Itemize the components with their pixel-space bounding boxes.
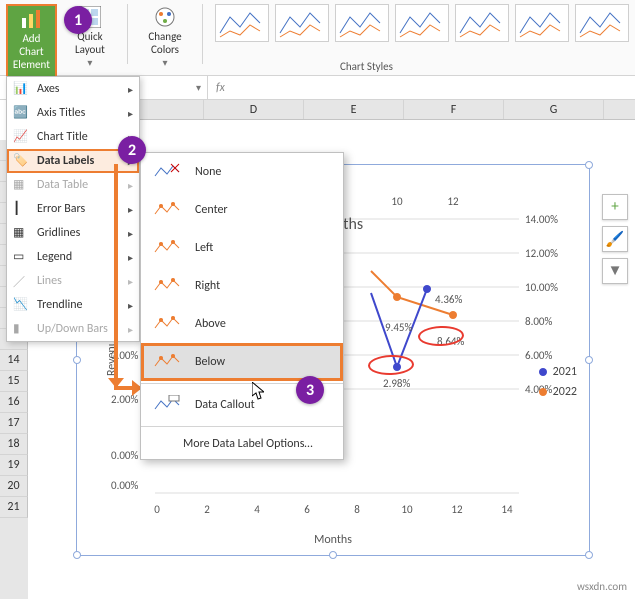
sub-item-label: Data Callout bbox=[195, 398, 255, 412]
menu-item-trendline[interactable]: 📉Trendline▸ bbox=[7, 293, 139, 317]
name-box[interactable]: ▾ bbox=[128, 76, 208, 99]
cursor-icon bbox=[252, 382, 264, 400]
x-axis-label: Months bbox=[314, 533, 352, 547]
sub-item-center[interactable]: Center bbox=[141, 191, 343, 229]
style-thumb[interactable] bbox=[575, 4, 629, 42]
ribbon: Add Chart Element ▾ Quick Layout ▾ Chang… bbox=[0, 0, 635, 76]
legend-item-label: 2022 bbox=[553, 385, 577, 399]
menu-item-error-bars[interactable]: ┃Error Bars▸ bbox=[7, 197, 139, 221]
fx-icon[interactable]: fx bbox=[216, 81, 225, 95]
svg-text:12: 12 bbox=[451, 503, 463, 516]
svg-text:10: 10 bbox=[391, 195, 403, 208]
change-colors-button[interactable]: Change Colors ▾ bbox=[140, 4, 190, 71]
svg-text:14: 14 bbox=[501, 503, 513, 516]
row-head[interactable]: 17 bbox=[0, 413, 28, 434]
sub-item-label: Below bbox=[195, 355, 225, 369]
svg-text:9.45%: 9.45% bbox=[385, 321, 413, 334]
chart-legend[interactable]: 2021 2022 bbox=[539, 365, 577, 405]
chart-brush-button[interactable]: 🖌️ bbox=[602, 226, 628, 252]
svg-text:4.36%: 4.36% bbox=[435, 293, 463, 306]
annotation-arrow bbox=[114, 386, 140, 390]
chart-element-icon bbox=[20, 8, 42, 30]
style-thumb[interactable] bbox=[455, 4, 509, 42]
svg-text:4: 4 bbox=[254, 503, 260, 516]
chart-styles-gallery[interactable] bbox=[215, 4, 629, 42]
svg-text:6.00%: 6.00% bbox=[525, 349, 553, 362]
row-head[interactable]: 19 bbox=[0, 455, 28, 476]
svg-text:8.00%: 8.00% bbox=[525, 315, 553, 328]
row-head[interactable]: 15 bbox=[0, 371, 28, 392]
col-head-g[interactable]: G bbox=[504, 100, 604, 119]
row-head[interactable]: 16 bbox=[0, 392, 28, 413]
style-thumb[interactable] bbox=[275, 4, 329, 42]
svg-text:8: 8 bbox=[354, 503, 360, 516]
col-head-f[interactable]: F bbox=[404, 100, 504, 119]
sub-item-none[interactable]: None bbox=[141, 153, 343, 191]
svg-text:2: 2 bbox=[204, 503, 210, 516]
sub-item-left[interactable]: Left bbox=[141, 229, 343, 267]
menu-item-up-down-bars: ▮Up/Down Bars▸ bbox=[7, 317, 139, 341]
menu-item-gridlines[interactable]: ▦Gridlines▸ bbox=[7, 221, 139, 245]
label-callout-icon bbox=[153, 394, 181, 416]
style-thumb[interactable] bbox=[215, 4, 269, 42]
menu-item-axes[interactable]: 📊Axes▸ bbox=[7, 77, 139, 101]
annotation-badge-1: 1 bbox=[64, 6, 92, 34]
menu-item-axis-titles[interactable]: 🔤Axis Titles▸ bbox=[7, 101, 139, 125]
svg-text:12: 12 bbox=[447, 195, 459, 208]
row-head[interactable]: 18 bbox=[0, 434, 28, 455]
add-chart-element-label: Add Chart Element bbox=[10, 32, 53, 71]
col-head-e[interactable]: E bbox=[304, 100, 404, 119]
style-thumb[interactable] bbox=[335, 4, 389, 42]
legend-item-label: 2021 bbox=[553, 365, 577, 379]
label-left-icon bbox=[153, 237, 181, 259]
sub-item-label: Left bbox=[195, 241, 213, 255]
sub-item-label: Right bbox=[195, 279, 220, 293]
chart-filter-button[interactable]: ▼ bbox=[602, 258, 628, 284]
svg-text:2.98%: 2.98% bbox=[383, 377, 411, 390]
style-thumb[interactable] bbox=[515, 4, 569, 42]
svg-text:0.00%: 0.00% bbox=[111, 479, 139, 492]
svg-text:10: 10 bbox=[401, 503, 413, 516]
col-head-d[interactable]: D bbox=[204, 100, 304, 119]
menu-item-legend[interactable]: ▭Legend▸ bbox=[7, 245, 139, 269]
annotation-badge-2: 2 bbox=[118, 136, 146, 164]
sub-item-label: Center bbox=[195, 203, 228, 217]
svg-text:6: 6 bbox=[304, 503, 310, 516]
chart-plus-button[interactable]: + bbox=[602, 194, 628, 220]
chart-styles-label: Chart Styles bbox=[340, 60, 393, 73]
sub-item-right[interactable]: Right bbox=[141, 267, 343, 305]
sub-item-label: Above bbox=[195, 317, 226, 331]
svg-text:0.00%: 0.00% bbox=[111, 449, 139, 462]
label-none-icon bbox=[153, 161, 181, 183]
style-thumb[interactable] bbox=[395, 4, 449, 42]
svg-text:0: 0 bbox=[154, 503, 160, 516]
label-center-icon bbox=[153, 199, 181, 221]
svg-text:12.00%: 12.00% bbox=[525, 247, 558, 260]
sub-item-label: None bbox=[195, 165, 221, 179]
label-below-icon bbox=[153, 351, 181, 373]
menu-item-lines: ／Lines▸ bbox=[7, 269, 139, 293]
change-colors-icon bbox=[154, 6, 176, 28]
svg-text:14.00%: 14.00% bbox=[525, 213, 558, 226]
chevron-down-icon[interactable]: ▾ bbox=[196, 81, 201, 94]
chart-side-buttons: + 🖌️ ▼ bbox=[602, 194, 628, 284]
row-head[interactable]: 20 bbox=[0, 476, 28, 497]
change-colors-label: Change Colors bbox=[148, 30, 181, 56]
watermark: wsxdn.com bbox=[577, 580, 627, 593]
svg-text:10.00%: 10.00% bbox=[525, 281, 558, 294]
add-chart-element-menu: 📊Axes▸ 🔤Axis Titles▸ 📈Chart Title▸ 🏷️Dat… bbox=[6, 76, 140, 342]
row-head[interactable]: 21 bbox=[0, 497, 28, 518]
sub-item-more-options[interactable]: More Data Label Options… bbox=[141, 429, 343, 459]
label-right-icon bbox=[153, 275, 181, 297]
annotation-arrow bbox=[114, 164, 118, 386]
menu-item-data-table: ▦Data Table▸ bbox=[7, 173, 139, 197]
data-labels-submenu: None Center Left Right Above Below Data … bbox=[140, 152, 344, 460]
sub-item-above[interactable]: Above bbox=[141, 305, 343, 343]
label-above-icon bbox=[153, 313, 181, 335]
row-head[interactable]: 14 bbox=[0, 350, 28, 371]
annotation-badge-3: 3 bbox=[296, 376, 324, 404]
